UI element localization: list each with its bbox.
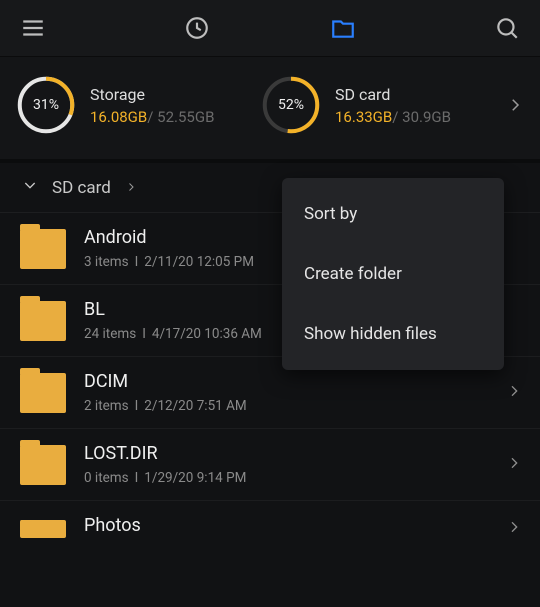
storage-internal-percent: 31% <box>16 75 76 135</box>
folder-icon <box>20 373 66 413</box>
storage-sdcard-percent: 52% <box>261 75 321 135</box>
storage-sdcard-ring: 52% <box>261 75 321 135</box>
chevron-down-icon <box>22 177 38 198</box>
storage-summary[interactable]: 31% Storage 16.08GB/ 52.55GB 52% SD card… <box>0 56 540 163</box>
folder-meta: 2 itemsI2/12/20 7:51 AM <box>84 398 488 414</box>
folder-name: DCIM <box>84 371 488 392</box>
folder-icon <box>20 520 66 538</box>
chevron-right-icon <box>125 178 137 198</box>
menu-sort-by[interactable]: Sort by <box>282 184 504 244</box>
recent-icon[interactable] <box>184 15 210 41</box>
storage-internal-values: 16.08GB/ 52.55GB <box>90 108 214 126</box>
search-icon[interactable] <box>494 15 520 41</box>
menu-icon[interactable] <box>20 15 46 41</box>
storage-chevron-icon <box>506 96 524 114</box>
breadcrumb-location: SD card <box>52 178 111 198</box>
list-item[interactable]: LOST.DIR 0 itemsI1/29/20 9:14 PM <box>0 429 540 501</box>
folder-icon <box>20 229 66 269</box>
storage-internal-label: Storage <box>90 85 214 104</box>
menu-show-hidden[interactable]: Show hidden files <box>282 304 504 364</box>
storage-sdcard-values: 16.33GB/ 30.9GB <box>335 108 451 126</box>
storage-internal[interactable]: 31% Storage 16.08GB/ 52.55GB <box>16 75 261 135</box>
chevron-right-icon <box>506 519 522 539</box>
storage-sdcard[interactable]: 52% SD card 16.33GB/ 30.9GB <box>261 75 506 135</box>
storage-internal-ring: 31% <box>16 75 76 135</box>
folder-icon <box>20 301 66 341</box>
list-item[interactable]: Photos <box>0 501 540 556</box>
context-menu: Sort by Create folder Show hidden files <box>282 178 504 370</box>
menu-create-folder[interactable]: Create folder <box>282 244 504 304</box>
storage-sdcard-label: SD card <box>335 85 451 104</box>
folder-name: LOST.DIR <box>84 443 488 464</box>
folder-name: Photos <box>84 515 488 536</box>
folder-meta: 0 itemsI1/29/20 9:14 PM <box>84 470 488 486</box>
folder-icon <box>20 445 66 485</box>
chevron-right-icon <box>506 455 522 475</box>
files-tab-icon[interactable] <box>330 15 356 41</box>
chevron-right-icon <box>506 383 522 403</box>
